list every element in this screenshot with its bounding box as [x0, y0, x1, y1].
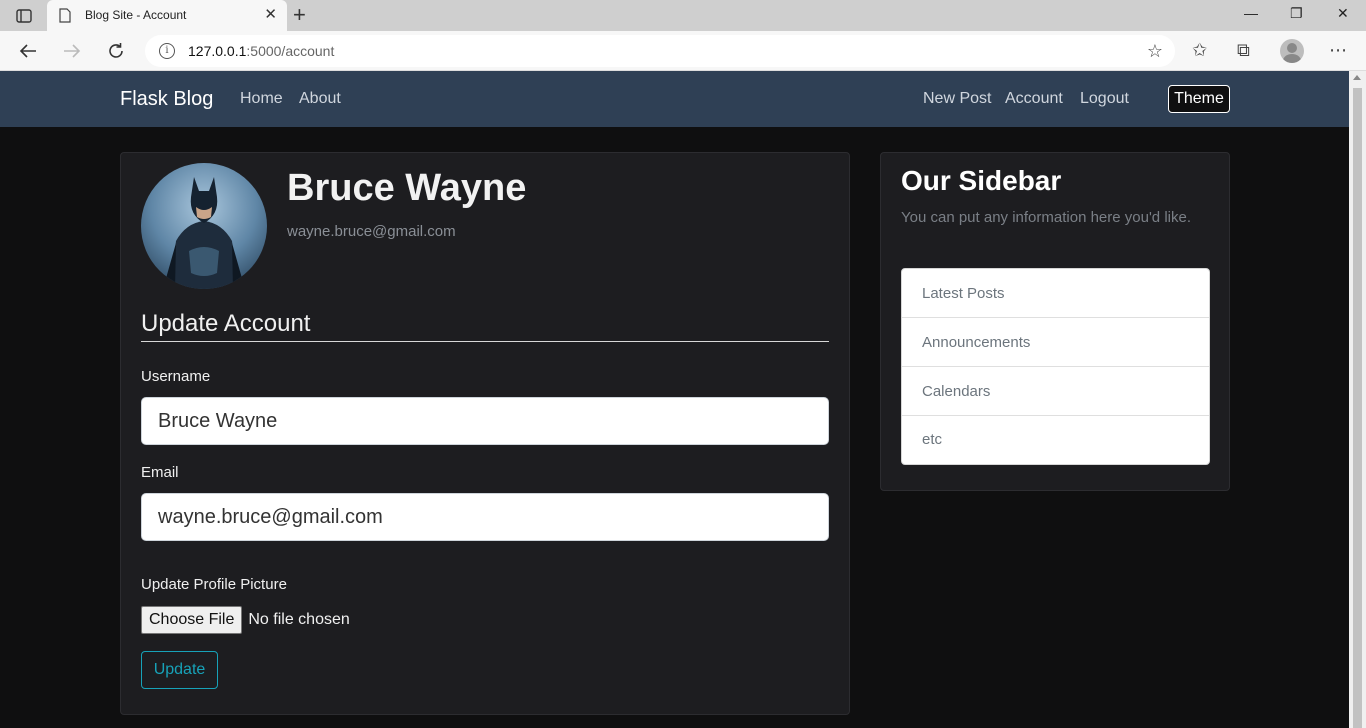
vertical-scrollbar[interactable] [1349, 71, 1366, 728]
browser-tab[interactable]: Blog Site - Account ✕ [47, 0, 287, 31]
url-text: 127.0.0.1:5000/account [188, 43, 335, 59]
account-email: wayne.bruce@gmail.com [287, 223, 456, 240]
browser-toolbar: i 127.0.0.1:5000/account ☆ ✩ ⧉ ⋯ [0, 31, 1366, 71]
info-icon[interactable]: i [159, 43, 175, 59]
nav-logout-link[interactable]: Logout [1080, 90, 1129, 108]
add-favorite-icon[interactable]: ☆ [1147, 41, 1163, 62]
browser-tab-bar: Blog Site - Account ✕ + — ❐ ✕ [0, 0, 1366, 31]
close-window-button[interactable]: ✕ [1337, 5, 1349, 22]
reload-icon[interactable] [104, 39, 128, 63]
sidebar-description: You can put any information here you'd l… [901, 209, 1191, 226]
favorites-icon[interactable]: ✩ [1192, 40, 1207, 61]
brand-link[interactable]: Flask Blog [120, 88, 213, 111]
new-tab-button[interactable]: + [293, 3, 306, 27]
account-name: Bruce Wayne [287, 167, 527, 209]
sidebar-item-latest-posts[interactable]: Latest Posts [902, 269, 1209, 318]
username-field[interactable]: Bruce Wayne [141, 397, 829, 445]
theme-toggle-button[interactable]: Theme [1168, 85, 1230, 113]
username-label: Username [141, 368, 211, 385]
address-bar[interactable]: i 127.0.0.1:5000/account ☆ [145, 35, 1175, 67]
sidebar-list: Latest Posts Announcements Calendars etc [901, 268, 1210, 465]
sidebar-item-announcements[interactable]: Announcements [902, 318, 1209, 367]
email-field[interactable]: wayne.bruce@gmail.com [141, 493, 829, 541]
nav-account-link[interactable]: Account [1005, 90, 1063, 108]
scroll-up-arrow-icon[interactable] [1353, 75, 1361, 80]
restore-button[interactable]: ❐ [1290, 5, 1303, 22]
nav-home-link[interactable]: Home [240, 90, 283, 108]
picture-label: Update Profile Picture [141, 576, 287, 593]
back-arrow-icon[interactable] [16, 39, 40, 63]
forward-arrow-icon[interactable] [60, 39, 84, 63]
minimize-button[interactable]: — [1244, 5, 1258, 21]
page-viewport: Flask Blog Home About New Post Account L… [0, 71, 1349, 728]
file-status: No file chosen [248, 611, 350, 628]
nav-about-link[interactable]: About [299, 90, 341, 108]
nav-new-post-link[interactable]: New Post [923, 90, 991, 108]
sidebar-item-calendars[interactable]: Calendars [902, 367, 1209, 416]
email-label: Email [141, 464, 179, 481]
account-card: Bruce Wayne wayne.bruce@gmail.com Update… [120, 152, 850, 715]
collections-icon[interactable]: ⧉ [1237, 40, 1250, 61]
tab-title: Blog Site - Account [85, 8, 187, 22]
file-input: Choose File No file chosen [141, 606, 350, 634]
more-options-icon[interactable]: ⋯ [1329, 40, 1347, 61]
profile-avatar-icon[interactable] [1280, 39, 1304, 63]
tab-close-icon[interactable]: ✕ [264, 7, 277, 23]
sidebar-item-etc[interactable]: etc [902, 416, 1209, 464]
update-button[interactable]: Update [141, 651, 218, 689]
tab-actions-icon[interactable] [10, 7, 38, 25]
page-icon [59, 8, 71, 23]
form-legend: Update Account [141, 310, 829, 342]
profile-picture [141, 163, 267, 289]
sidebar-title: Our Sidebar [901, 165, 1062, 196]
scrollbar-thumb[interactable] [1353, 88, 1362, 728]
choose-file-button[interactable]: Choose File [141, 606, 243, 634]
sidebar-card: Our Sidebar You can put any information … [880, 152, 1230, 491]
site-navbar: Flask Blog Home About New Post Account L… [0, 71, 1349, 127]
